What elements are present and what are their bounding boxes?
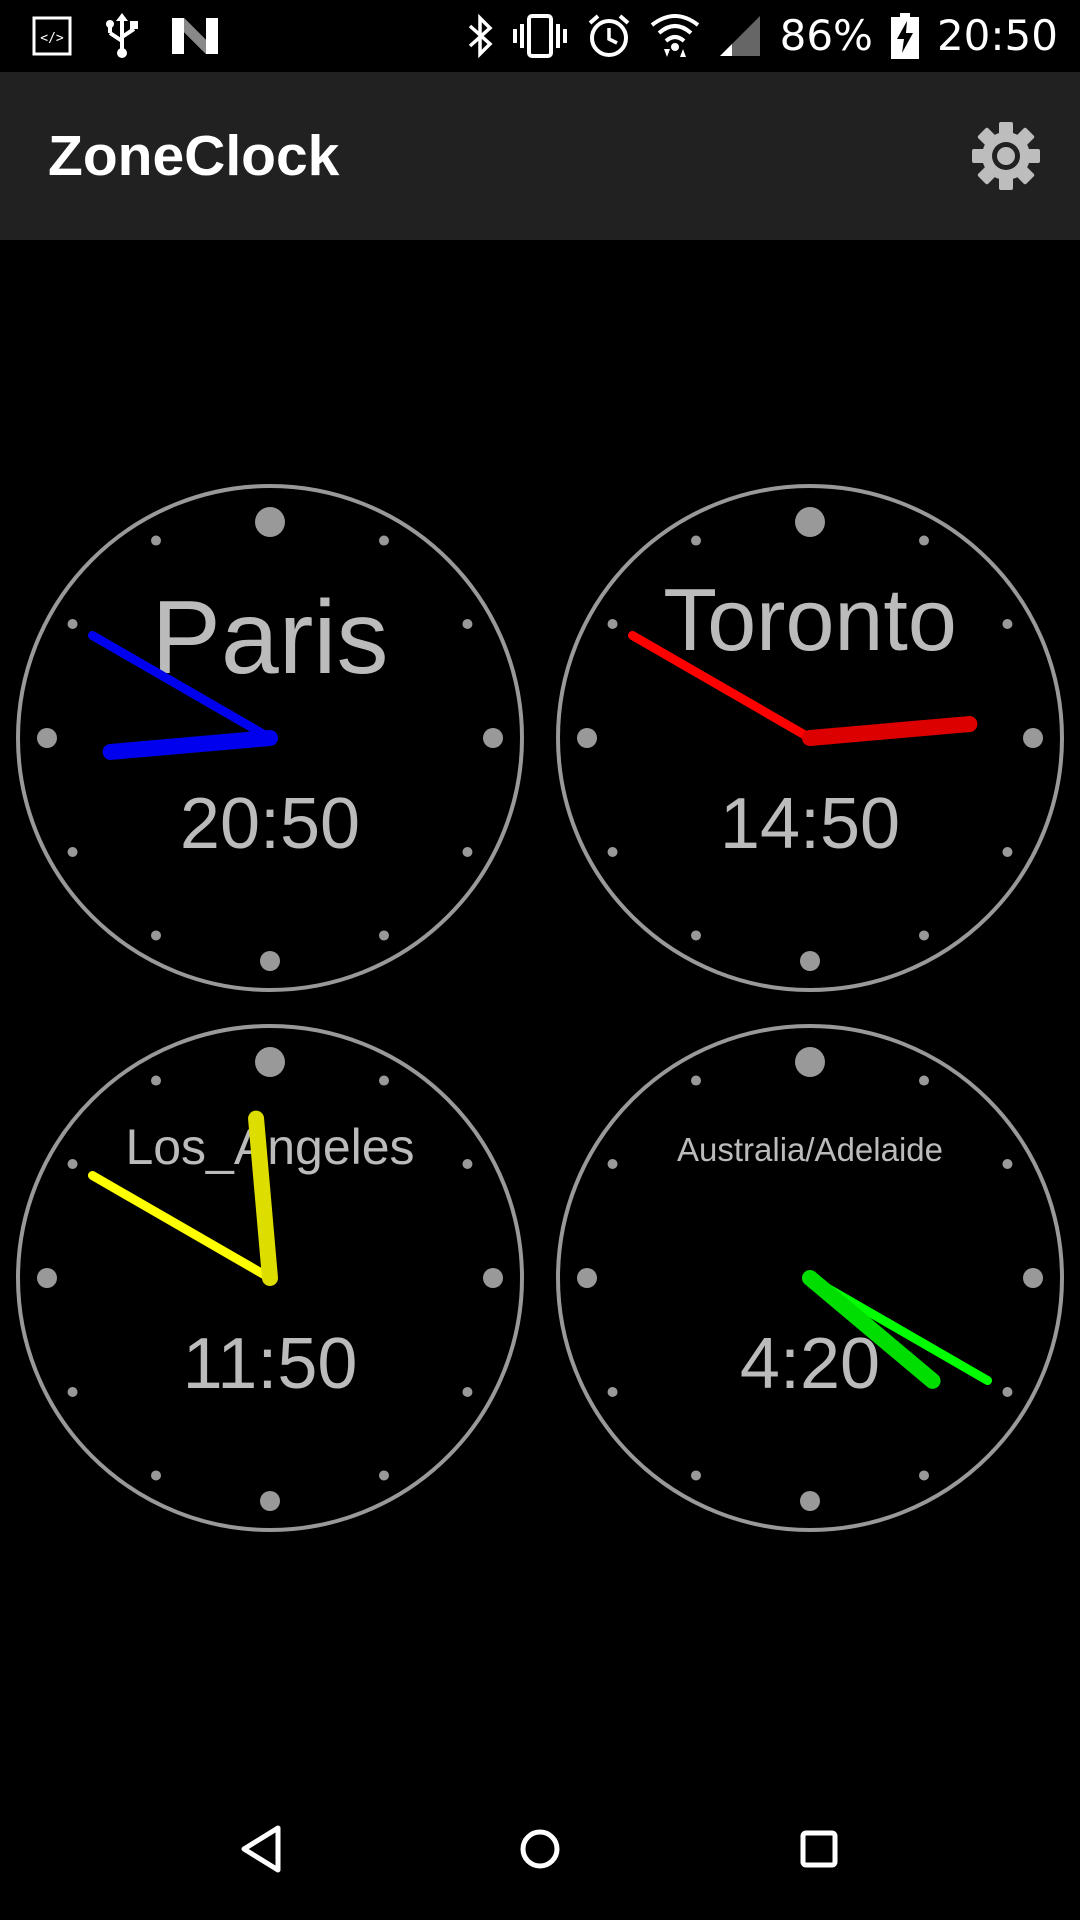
hour-marker <box>607 619 618 629</box>
hour-marker <box>255 1047 285 1077</box>
alarm-icon <box>586 13 632 59</box>
hour-marker <box>379 535 389 546</box>
hour-marker <box>800 1491 820 1511</box>
hour-marker <box>67 847 78 857</box>
hour-marker <box>462 619 473 629</box>
hour-marker <box>1002 1159 1013 1169</box>
hour-marker <box>1023 1268 1043 1288</box>
hour-marker <box>577 1268 597 1288</box>
clock-time-label: 14:50 <box>720 784 900 864</box>
clock-city-label: Paris <box>152 580 389 696</box>
hour-marker <box>919 1470 929 1481</box>
nav-bar <box>0 1776 1080 1920</box>
hour-marker <box>607 1387 618 1397</box>
hour-marker <box>795 1047 825 1077</box>
home-icon <box>520 1829 560 1869</box>
n-icon <box>172 18 218 54</box>
status-right-icons: 86% 20:50 <box>466 8 1058 64</box>
home-button[interactable] <box>495 1804 585 1894</box>
usb-icon <box>104 13 140 59</box>
bluetooth-icon <box>466 14 494 58</box>
status-left-icons: </> <box>32 10 218 62</box>
hour-marker <box>379 1470 389 1481</box>
hour-marker <box>800 951 820 971</box>
battery-percent: 86% <box>779 11 873 60</box>
hour-marker <box>607 1159 618 1169</box>
back-icon <box>241 1825 281 1873</box>
gear-icon <box>972 122 1040 190</box>
clock-time-label: 20:50 <box>180 784 360 864</box>
hour-marker <box>483 728 503 748</box>
hour-marker <box>260 1491 280 1511</box>
hour-marker <box>919 930 929 941</box>
recents-icon <box>800 1830 838 1868</box>
hour-marker <box>379 930 389 941</box>
svg-text:</>: </> <box>40 31 64 46</box>
hour-marker <box>37 1268 57 1288</box>
hour-marker <box>255 507 285 537</box>
hour-marker <box>379 1075 389 1086</box>
hour-marker <box>37 728 57 748</box>
hour-marker <box>151 1075 161 1086</box>
signal-icon <box>718 14 762 58</box>
hour-marker <box>151 930 161 941</box>
hour-marker <box>691 1075 701 1086</box>
hour-marker <box>919 535 929 546</box>
back-button[interactable] <box>216 1804 306 1894</box>
hour-marker <box>795 507 825 537</box>
hour-marker <box>919 1075 929 1086</box>
clock-los-angeles[interactable]: Los_Angeles 11:50 <box>10 1018 530 1538</box>
clock-toronto[interactable]: Toronto 14:50 <box>550 478 1070 998</box>
clock-city-label: Toronto <box>663 570 957 669</box>
hour-marker <box>67 1387 78 1397</box>
clock-city-label: Los_Angeles <box>125 1119 414 1175</box>
vibrate-icon <box>512 14 568 58</box>
minute-hand <box>87 1171 275 1283</box>
clock-time-label: 11:50 <box>183 1324 358 1404</box>
hour-marker <box>1002 1387 1013 1397</box>
hour-marker <box>462 847 473 857</box>
code-icon: </> <box>32 16 72 56</box>
hour-hand <box>102 730 278 760</box>
clock-time-label: 4:20 <box>740 1324 880 1404</box>
hour-marker <box>691 535 701 546</box>
hour-marker <box>1023 728 1043 748</box>
hour-marker <box>462 1387 473 1397</box>
hour-marker <box>462 1159 473 1169</box>
hour-marker <box>483 1268 503 1288</box>
recents-button[interactable] <box>774 1804 864 1894</box>
hour-marker <box>691 1470 701 1481</box>
clock-city-label: Australia/Adelaide <box>677 1131 943 1168</box>
status-bar: </> 86% 20:50 <box>0 0 1080 72</box>
hour-hand <box>802 716 978 746</box>
settings-button[interactable] <box>968 118 1044 194</box>
hour-marker <box>151 1470 161 1481</box>
hour-marker <box>260 951 280 971</box>
battery-charging-icon <box>890 13 919 59</box>
clock-australia-adelaide[interactable]: Australia/Adelaide 4:20 <box>550 1018 1070 1538</box>
hour-marker <box>67 1159 78 1169</box>
hour-marker <box>577 728 597 748</box>
status-time: 20:50 <box>936 11 1058 60</box>
clock-paris[interactable]: Paris 20:50 <box>10 478 530 998</box>
hour-marker <box>691 930 701 941</box>
hour-marker <box>607 847 618 857</box>
hour-marker <box>1002 619 1013 629</box>
wifi-icon <box>650 13 700 59</box>
app-title: ZoneClock <box>48 124 340 188</box>
hour-marker <box>1002 847 1013 857</box>
app-bar: ZoneClock <box>0 72 1080 240</box>
hour-marker <box>151 535 161 546</box>
screen: </> 86% 20:50 ZoneClock Paris 20:50 Toro… <box>0 0 1080 1920</box>
hour-marker <box>67 619 78 629</box>
